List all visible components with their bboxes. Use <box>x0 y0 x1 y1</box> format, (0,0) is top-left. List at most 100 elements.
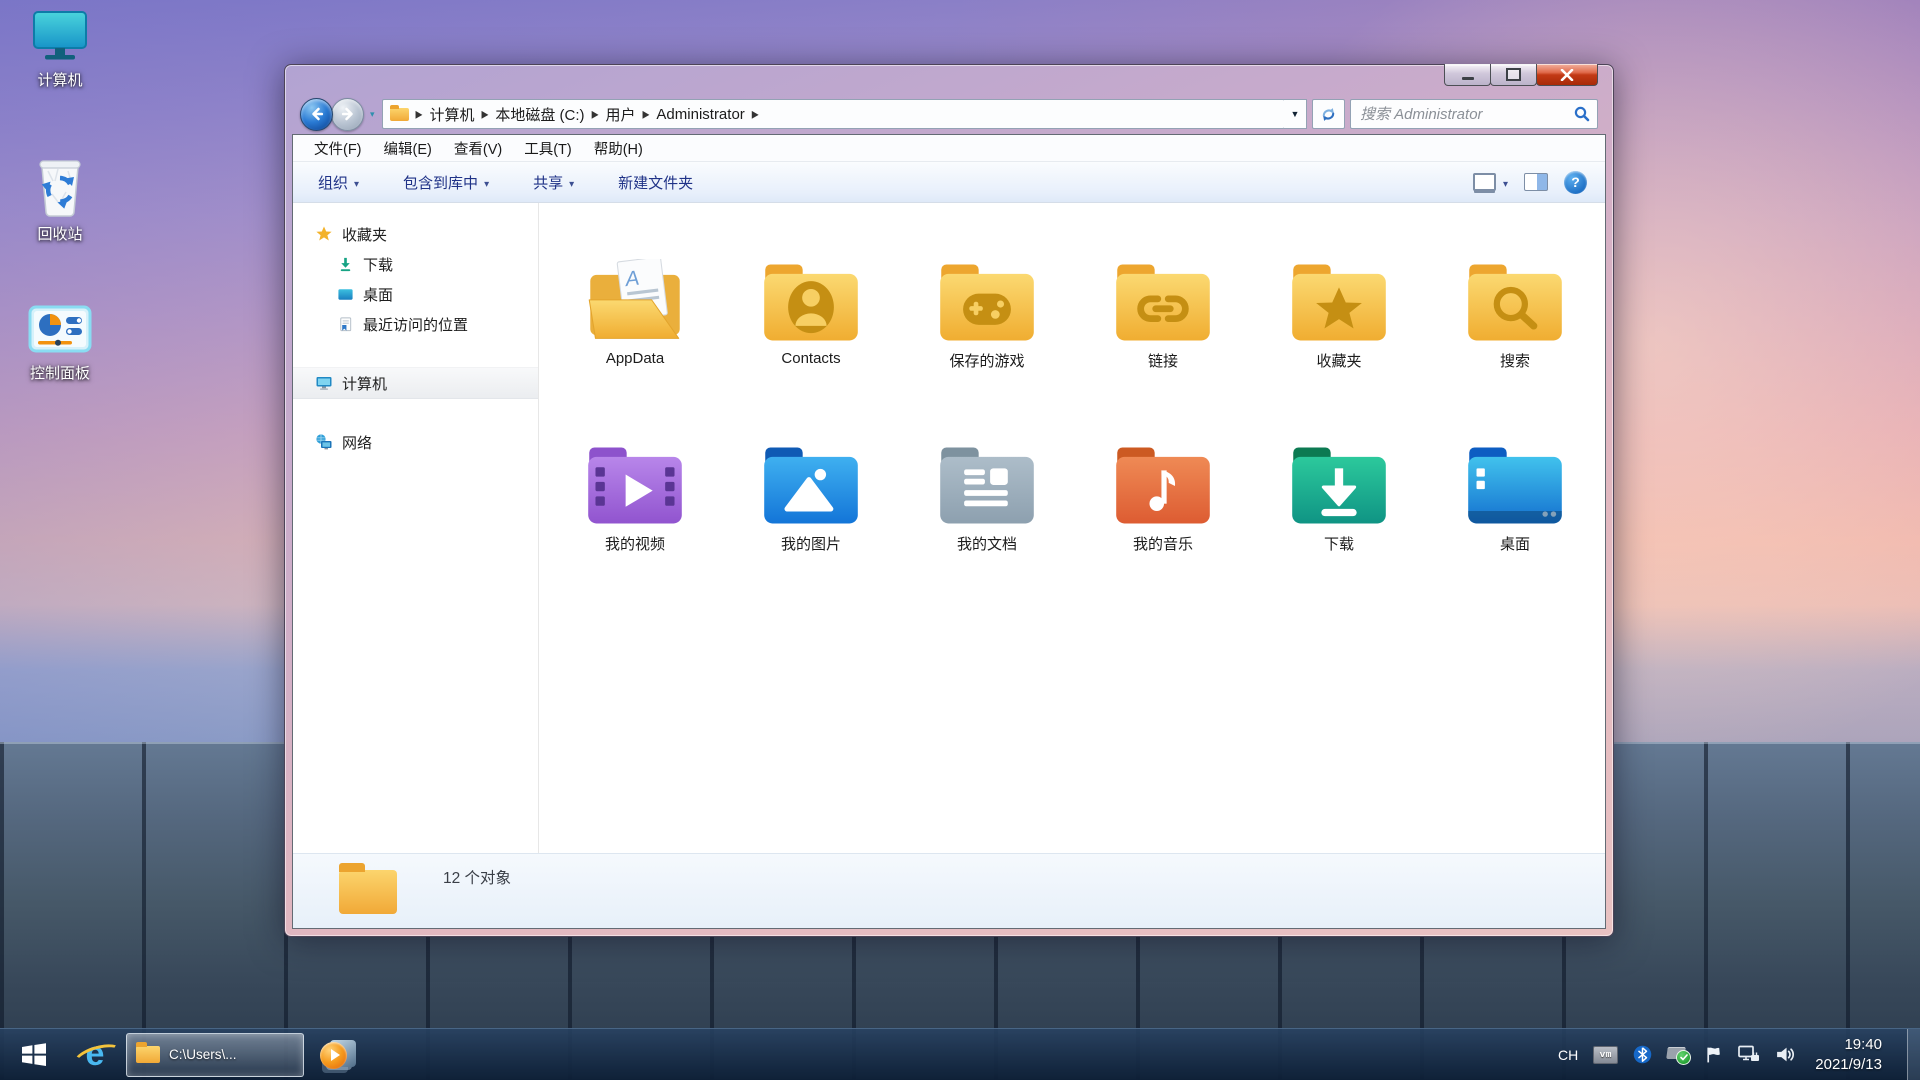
history-dropdown[interactable]: ▾ <box>370 109 375 120</box>
network-icon <box>315 433 333 451</box>
navigation-pane: 收藏夹 下载 桌面 <box>293 203 539 853</box>
breadcrumb-users[interactable]: 用户 <box>605 104 635 125</box>
menu-view[interactable]: 查看(V) <box>443 135 513 162</box>
sidebar-item-desktop[interactable]: 桌面 <box>293 279 538 309</box>
bluetooth-icon[interactable] <box>1633 1045 1652 1064</box>
menu-edit[interactable]: 编辑(E) <box>373 135 443 162</box>
menu-file[interactable]: 文件(F) <box>303 135 373 162</box>
file-item-downloads[interactable]: 下载 <box>1251 442 1427 625</box>
sidebar-item-recent-places[interactable]: 最近访问的位置 <box>293 309 538 339</box>
file-label: 收藏夹 <box>1316 350 1361 371</box>
chevron-down-icon <box>1503 174 1508 191</box>
menu-help[interactable]: 帮助(H) <box>583 135 654 162</box>
arrow-left-icon <box>309 106 325 122</box>
desktop-icon-computer[interactable]: 计算机 <box>8 8 112 90</box>
new-folder-button[interactable]: 新建文件夹 <box>605 166 706 199</box>
internet-explorer-button[interactable]: e <box>68 1029 122 1080</box>
window-client-area: 文件(F) 编辑(E) 查看(V) 工具(T) 帮助(H) 组织 包含到库中 共… <box>292 134 1606 929</box>
file-item-my-documents[interactable]: 我的文档 <box>899 442 1075 625</box>
include-in-library-button[interactable]: 包含到库中 <box>390 166 502 199</box>
minimize-button[interactable] <box>1444 64 1491 86</box>
windows-logo-icon <box>19 1040 49 1070</box>
network-status-icon[interactable] <box>1738 1045 1760 1064</box>
appdata-folder-icon: A <box>583 259 687 347</box>
file-item-searches[interactable]: 搜索 <box>1427 259 1603 442</box>
breadcrumb[interactable]: ▶ 计算机 ▶ 本地磁盘 (C:) ▶ 用户 ▶ Administrator ▶ <box>382 99 1285 129</box>
help-button[interactable]: ? <box>1564 171 1587 194</box>
minimize-icon <box>1462 77 1474 80</box>
sidebar-item-downloads[interactable]: 下载 <box>293 249 538 279</box>
file-item-contacts[interactable]: Contacts <box>723 259 899 442</box>
breadcrumb-administrator[interactable]: Administrator <box>656 106 744 123</box>
sidebar-item-computer[interactable]: 计算机 <box>293 367 538 399</box>
views-icon <box>1473 173 1496 191</box>
back-button[interactable] <box>300 98 333 131</box>
refresh-button[interactable] <box>1312 99 1345 129</box>
file-label: 搜索 <box>1500 350 1530 371</box>
menu-tools[interactable]: 工具(T) <box>513 135 583 162</box>
pictures-folder-icon <box>759 442 863 530</box>
contacts-folder-icon <box>759 259 863 347</box>
searches-folder-icon <box>1463 259 1567 347</box>
sidebar-item-favorites[interactable]: 收藏夹 <box>293 219 538 249</box>
search-icon[interactable] <box>1574 106 1590 122</box>
favorites-folder-icon <box>1287 259 1391 347</box>
breadcrumb-separator-icon: ▶ <box>643 108 650 121</box>
download-icon <box>337 256 354 273</box>
refresh-icon <box>1320 106 1337 123</box>
volume-icon[interactable] <box>1775 1045 1796 1064</box>
share-button[interactable]: 共享 <box>520 166 587 199</box>
file-label: 桌面 <box>1500 533 1530 554</box>
forward-button[interactable] <box>331 98 364 131</box>
search-input[interactable] <box>1358 105 1569 124</box>
change-view-button[interactable] <box>1473 173 1508 191</box>
show-desktop-button[interactable] <box>1907 1029 1920 1080</box>
desktop-icon-recycle-bin[interactable]: 回收站 <box>8 152 112 244</box>
address-bar: ▾ ▶ 计算机 ▶ 本地磁盘 (C:) ▶ 用户 ▶ Administrator… <box>292 97 1606 131</box>
organize-button[interactable]: 组织 <box>305 166 372 199</box>
file-item-favorites[interactable]: 收藏夹 <box>1251 259 1427 442</box>
file-item-saved-games[interactable]: 保存的游戏 <box>899 259 1075 442</box>
media-player-button[interactable] <box>304 1029 370 1080</box>
links-folder-icon <box>1111 259 1215 347</box>
file-item-my-pictures[interactable]: 我的图片 <box>723 442 899 625</box>
breadcrumb-separator-icon: ▶ <box>752 108 759 121</box>
recent-places-icon <box>337 316 354 333</box>
address-dropdown-button[interactable]: ▼ <box>1284 99 1307 129</box>
caption-buttons <box>1445 64 1598 86</box>
file-item-desktop[interactable]: 桌面 <box>1427 442 1603 625</box>
breadcrumb-local-disk[interactable]: 本地磁盘 (C:) <box>495 104 584 125</box>
file-label: 保存的游戏 <box>949 350 1024 371</box>
desktop-icon <box>337 286 354 303</box>
vmware-tools-icon[interactable] <box>1667 1046 1689 1064</box>
file-label: 我的音乐 <box>1133 533 1193 554</box>
chevron-down-icon <box>484 174 489 191</box>
maximize-button[interactable] <box>1490 64 1537 86</box>
action-center-flag-icon[interactable] <box>1704 1045 1723 1064</box>
file-item-my-videos[interactable]: 我的视频 <box>547 442 723 625</box>
breadcrumb-computer[interactable]: 计算机 <box>429 104 474 125</box>
file-item-appdata[interactable]: A AppData <box>547 259 723 442</box>
input-language-indicator[interactable]: CH <box>1558 1047 1578 1063</box>
arrow-right-icon <box>340 106 356 122</box>
preview-pane-button[interactable] <box>1524 173 1548 191</box>
clock-time: 19:40 <box>1815 1035 1882 1055</box>
explorer-task-button[interactable]: C:\Users\... <box>126 1033 304 1077</box>
clock[interactable]: 19:40 2021/9/13 <box>1815 1035 1882 1074</box>
vmware-tray-icon[interactable]: vm <box>1593 1046 1618 1064</box>
breadcrumb-separator-icon: ▶ <box>481 108 488 121</box>
start-button[interactable] <box>0 1029 68 1080</box>
star-icon <box>315 225 333 243</box>
desktop-icon-label: 控制面板 <box>8 362 112 383</box>
file-label: 我的图片 <box>781 533 841 554</box>
folder-icon <box>339 870 397 914</box>
search-box[interactable] <box>1350 99 1598 129</box>
saved-games-folder-icon <box>935 259 1039 347</box>
close-button[interactable] <box>1536 64 1598 86</box>
sidebar-item-network[interactable]: 网络 <box>293 427 538 457</box>
file-item-my-music[interactable]: 我的音乐 <box>1075 442 1251 625</box>
desktop-icon-control-panel[interactable]: 控制面板 <box>8 305 112 383</box>
sidebar-spacer <box>293 399 538 427</box>
desktop-icon-label: 计算机 <box>8 69 112 90</box>
file-item-links[interactable]: 链接 <box>1075 259 1251 442</box>
